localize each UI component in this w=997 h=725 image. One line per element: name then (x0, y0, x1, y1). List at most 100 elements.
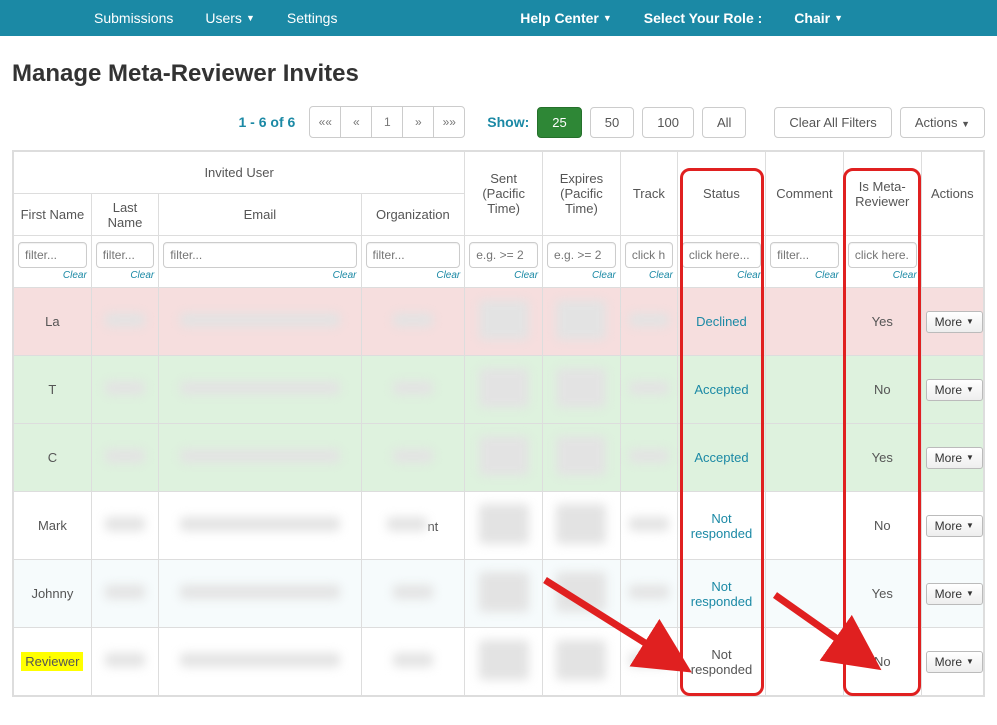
more-button[interactable]: More ▼ (926, 447, 983, 469)
cell-track (620, 628, 677, 696)
cell-first-name: T (14, 356, 92, 424)
th-is-meta[interactable]: Is Meta-Reviewer (843, 152, 921, 236)
clear-all-filters-button[interactable]: Clear All Filters (774, 107, 891, 138)
status-link[interactable]: Declined (696, 314, 747, 329)
page-size-all[interactable]: All (702, 107, 746, 138)
th-email[interactable]: Email (159, 194, 361, 236)
status-link[interactable]: Not responded (691, 579, 752, 609)
clear-link[interactable]: Clear (625, 270, 673, 281)
nav-help-center[interactable]: Help Center ▼ (506, 2, 626, 34)
nav-users-label: Users (205, 10, 242, 26)
clear-link[interactable]: Clear (469, 270, 538, 281)
nav-help-label: Help Center (520, 10, 599, 26)
cell-track (620, 356, 677, 424)
cell-last-name (91, 424, 158, 492)
page-size-25[interactable]: 25 (537, 107, 581, 138)
navbar: Submissions Users ▼ Settings Help Center… (0, 0, 997, 36)
filter-expires[interactable] (547, 242, 616, 268)
nav-settings[interactable]: Settings (273, 2, 352, 34)
more-button[interactable]: More ▼ (926, 515, 983, 537)
filter-organization[interactable] (366, 242, 461, 268)
pager-last[interactable]: »» (433, 106, 465, 138)
nav-submissions[interactable]: Submissions (80, 2, 187, 34)
nav-role-dropdown[interactable]: Chair ▼ (780, 2, 857, 34)
show-label: Show: (487, 114, 529, 130)
clear-link[interactable]: Clear (682, 270, 761, 281)
cell-actions: More ▼ (921, 628, 983, 696)
filter-comment[interactable] (770, 242, 839, 268)
cell-first-name: Reviewer (14, 628, 92, 696)
more-button[interactable]: More ▼ (926, 379, 983, 401)
clear-link[interactable]: Clear (163, 270, 356, 281)
actions-label: Actions (915, 115, 958, 130)
nav-users[interactable]: Users ▼ (191, 2, 268, 34)
cell-last-name (91, 356, 158, 424)
cell-expires (543, 288, 621, 356)
th-last-name[interactable]: Last Name (91, 194, 158, 236)
th-status[interactable]: Status (677, 152, 765, 236)
th-expires[interactable]: Expires (Pacific Time) (543, 152, 621, 236)
clear-link[interactable]: Clear (96, 270, 154, 281)
cell-sent (465, 424, 543, 492)
filter-track[interactable] (625, 242, 673, 268)
th-track[interactable]: Track (620, 152, 677, 236)
filter-sent[interactable] (469, 242, 538, 268)
filter-status[interactable] (682, 242, 761, 268)
pager-first[interactable]: «« (309, 106, 341, 138)
cell-expires (543, 560, 621, 628)
cell-sent (465, 628, 543, 696)
filter-first-name[interactable] (18, 242, 87, 268)
th-organization[interactable]: Organization (361, 194, 465, 236)
filter-actions-cell (921, 236, 983, 288)
cell-first-name: Johnny (14, 560, 92, 628)
th-sent[interactable]: Sent (Pacific Time) (465, 152, 543, 236)
clear-link[interactable]: Clear (366, 270, 461, 281)
status-link[interactable]: Accepted (694, 450, 748, 465)
cell-email (159, 288, 361, 356)
cell-comment (766, 560, 844, 628)
cell-org (361, 424, 465, 492)
th-first-name[interactable]: First Name (14, 194, 92, 236)
cell-email (159, 356, 361, 424)
clear-link[interactable]: Clear (770, 270, 839, 281)
filter-last-name-cell: Clear (91, 236, 158, 288)
filter-email[interactable] (163, 242, 356, 268)
cell-track (620, 424, 677, 492)
cell-comment (766, 288, 844, 356)
clear-link[interactable]: Clear (18, 270, 87, 281)
pager-page[interactable]: 1 (371, 106, 403, 138)
pager-prev[interactable]: « (340, 106, 372, 138)
caret-down-icon: ▼ (246, 13, 255, 23)
cell-is-meta: Yes (843, 424, 921, 492)
cell-actions: More ▼ (921, 424, 983, 492)
cell-track (620, 560, 677, 628)
actions-dropdown[interactable]: Actions ▼ (900, 107, 985, 138)
cell-track (620, 288, 677, 356)
caret-down-icon: ▼ (603, 13, 612, 23)
filter-is-meta[interactable] (848, 242, 917, 268)
status-link[interactable]: Accepted (694, 382, 748, 397)
filter-last-name[interactable] (96, 242, 154, 268)
cell-email (159, 492, 361, 560)
th-comment[interactable]: Comment (766, 152, 844, 236)
clear-link[interactable]: Clear (547, 270, 616, 281)
more-button[interactable]: More ▼ (926, 583, 983, 605)
status-link[interactable]: Not responded (691, 511, 752, 541)
more-button[interactable]: More ▼ (926, 311, 983, 333)
cell-last-name (91, 492, 158, 560)
cell-org: nt (361, 492, 465, 560)
filter-is-meta-cell: Clear (843, 236, 921, 288)
clear-link[interactable]: Clear (848, 270, 917, 281)
nav-select-role-label: Select Your Role : (630, 2, 777, 34)
cell-org (361, 560, 465, 628)
cell-track (620, 492, 677, 560)
pager-next[interactable]: » (402, 106, 434, 138)
more-button[interactable]: More ▼ (926, 651, 983, 673)
toolbar: 1 - 6 of 6 «« « 1 » »» Show: 25 50 100 A… (0, 106, 997, 150)
page-size-50[interactable]: 50 (590, 107, 634, 138)
nav-role-value: Chair (794, 10, 830, 26)
filter-first-name-cell: Clear (14, 236, 92, 288)
cell-first-name: Mark (14, 492, 92, 560)
cell-expires (543, 356, 621, 424)
page-size-100[interactable]: 100 (642, 107, 694, 138)
